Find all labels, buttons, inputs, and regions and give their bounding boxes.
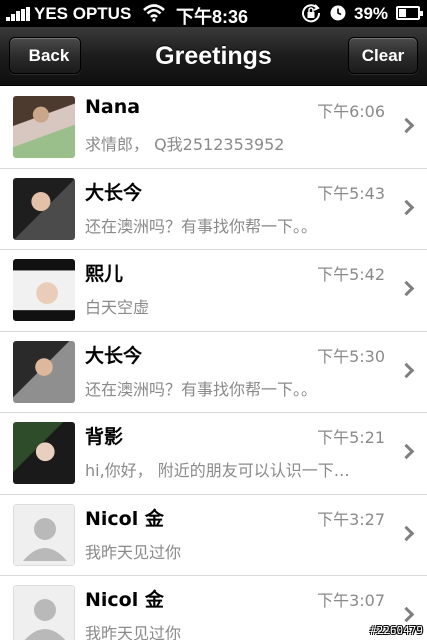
sender-name: 背影 <box>85 426 124 448</box>
message-time: 下午3:07 <box>317 591 385 610</box>
battery-percent: 39% <box>354 4 389 23</box>
watermark: #2260479 <box>370 624 423 637</box>
avatar-photo <box>13 422 75 484</box>
sender-name: Nicol 金 <box>85 589 164 611</box>
default-user-icon <box>13 503 75 566</box>
message-preview: 求情郎， Q我2512353952 <box>85 135 285 154</box>
list-item[interactable]: 大长今 下午5:30 还在澳洲吗？有事找你帮一下。。 <box>0 331 427 413</box>
avatar[interactable] <box>13 177 75 240</box>
message-time: 下午5:21 <box>317 428 385 447</box>
sender-name: 熙儿 <box>85 263 124 285</box>
clear-button[interactable]: Clear <box>348 37 418 74</box>
chevron-right-icon[interactable] <box>398 525 415 541</box>
back-button-label: Back <box>28 46 70 65</box>
sender-name: Nicol 金 <box>85 507 164 530</box>
greetings-list: Nana 下午6:06 求情郎， Q我2512353952 大长今 下午5:43… <box>0 87 427 640</box>
chevron-right-icon[interactable] <box>398 606 415 623</box>
navigation-bar: Back Greetings Clear <box>0 27 427 86</box>
avatar-photo <box>13 259 75 321</box>
avatar-photo <box>13 96 75 158</box>
list-item[interactable]: 背影 下午5:21 hi,你好， 附近的朋友可以认识一下… <box>0 413 427 495</box>
battery-icon <box>396 6 423 20</box>
chevron-right-icon[interactable] <box>398 117 415 134</box>
default-user-icon <box>13 585 75 640</box>
chevron-right-icon[interactable] <box>398 362 415 378</box>
message-time: 下午6:06 <box>317 102 385 121</box>
chevron-right-icon[interactable] <box>398 280 415 297</box>
list-item[interactable]: Nicol 金 下午3:27 我昨天见过你 <box>0 494 427 576</box>
list-item[interactable]: Nana 下午6:06 求情郎， Q我2512353952 <box>0 87 427 169</box>
sender-name: 大长今 <box>85 181 143 204</box>
status-time: 下午8:36 <box>176 7 249 27</box>
avatar-photo <box>13 340 75 403</box>
rotation-lock-icon <box>302 4 321 23</box>
list-item[interactable]: Nicol 金 下午3:07 我昨天见过你 <box>0 576 427 640</box>
status-bar: YES OPTUS 下午8:36 39% <box>0 0 427 27</box>
avatar[interactable] <box>13 503 75 566</box>
page-title: Greetings <box>155 42 272 70</box>
avatar-photo <box>13 177 75 240</box>
sender-name: Nana <box>85 96 141 118</box>
sender-name: 大长今 <box>85 344 143 367</box>
message-preview: 白天空虚 <box>85 298 150 317</box>
message-preview: hi,你好， 附近的朋友可以认识一下… <box>85 461 350 480</box>
list-item[interactable]: 大长今 下午5:43 还在澳洲吗？有事找你帮一下。。 <box>0 168 427 250</box>
back-button[interactable]: Back <box>9 37 81 74</box>
avatar[interactable] <box>13 259 75 321</box>
chevron-right-icon[interactable] <box>398 443 415 460</box>
message-time: 下午3:27 <box>317 509 385 529</box>
message-time: 下午5:43 <box>317 183 385 203</box>
message-time: 下午5:42 <box>317 265 385 284</box>
carrier-label: YES OPTUS <box>34 4 132 23</box>
message-preview: 我昨天见过你 <box>85 542 182 562</box>
avatar[interactable] <box>13 422 75 484</box>
message-preview: 还在澳洲吗？有事找你帮一下。。 <box>85 379 318 399</box>
message-preview: 我昨天见过你 <box>85 624 182 640</box>
app-window: YES OPTUS 下午8:36 39% Back Greetings Clea… <box>0 0 427 640</box>
list-item[interactable]: 熙儿 下午5:42 白天空虚 <box>0 250 427 332</box>
avatar[interactable] <box>13 96 75 158</box>
wifi-icon <box>143 4 165 22</box>
message-preview: 还在澳洲吗？有事找你帮一下。。 <box>85 216 318 236</box>
alarm-icon <box>330 5 346 21</box>
avatar[interactable] <box>13 340 75 403</box>
signal-icon <box>6 7 32 21</box>
chevron-right-icon[interactable] <box>398 199 415 215</box>
avatar[interactable] <box>13 585 75 640</box>
message-time: 下午5:30 <box>317 346 385 366</box>
